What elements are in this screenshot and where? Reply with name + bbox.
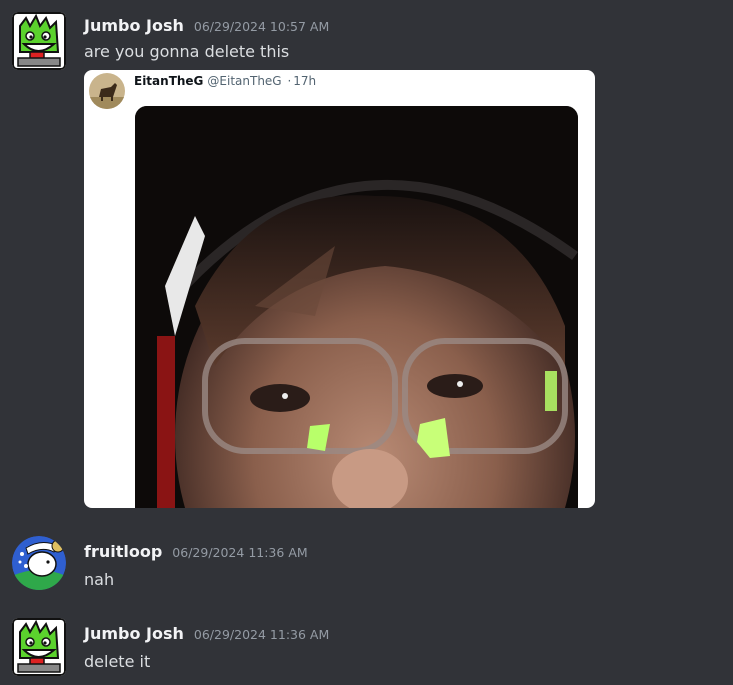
username[interactable]: Jumbo Josh: [84, 624, 184, 643]
selfie-video-frame: [135, 106, 578, 508]
tweet-embed[interactable]: EitanTheG @EitanTheG · 17h: [84, 70, 595, 508]
green-creature-avatar-icon: [12, 12, 66, 70]
embed-separator: ·: [287, 74, 292, 88]
embed-media[interactable]: [135, 106, 578, 508]
message-text: delete it: [84, 652, 151, 671]
user-avatar[interactable]: [12, 12, 66, 70]
embed-author-handle[interactable]: @EitanTheG: [207, 74, 281, 88]
embed-header: EitanTheG @EitanTheG · 17h: [134, 74, 316, 88]
user-avatar[interactable]: [12, 536, 66, 590]
message-1: Jumbo Josh 06/29/2024 10:57 AM are you g…: [0, 0, 733, 515]
blue-character-avatar-icon: [12, 536, 66, 590]
message-2: fruitloop 06/29/2024 11:36 AM nah: [0, 530, 733, 600]
message-text: are you gonna delete this: [84, 42, 290, 61]
message-text: nah: [84, 570, 115, 589]
timestamp: 06/29/2024 11:36 AM: [172, 545, 308, 560]
message-3: Jumbo Josh 06/29/2024 11:36 AM delete it: [0, 612, 733, 685]
embed-time[interactable]: 17h: [293, 74, 316, 88]
timestamp: 06/29/2024 10:57 AM: [193, 19, 330, 34]
username[interactable]: fruitloop: [84, 542, 162, 561]
horse-avatar-icon: [89, 73, 125, 109]
embed-author-name[interactable]: EitanTheG: [134, 74, 203, 88]
username[interactable]: Jumbo Josh: [84, 16, 184, 35]
user-avatar[interactable]: [12, 618, 66, 676]
chat-messages: Jumbo Josh 06/29/2024 10:57 AM are you g…: [0, 0, 733, 685]
embed-author-avatar[interactable]: [89, 73, 125, 109]
timestamp: 06/29/2024 11:36 AM: [193, 627, 330, 642]
green-creature-avatar-icon: [12, 618, 66, 676]
